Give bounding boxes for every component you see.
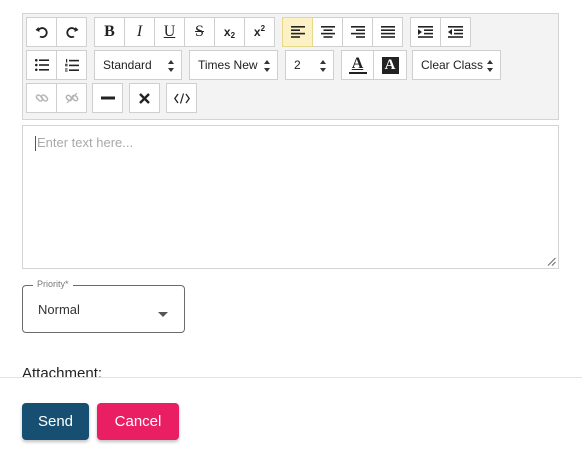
- unlink-icon: [65, 92, 78, 104]
- font-color-button[interactable]: A: [341, 50, 374, 80]
- dialog-footer: Send Cancel: [0, 377, 582, 452]
- code-icon: [173, 92, 190, 104]
- select-arrows-icon: [264, 59, 270, 73]
- bold-button[interactable]: B: [94, 17, 125, 47]
- cancel-button[interactable]: Cancel: [97, 403, 179, 440]
- align-right-button[interactable]: [342, 17, 373, 47]
- text-editor-area[interactable]: Enter text here...: [22, 125, 559, 269]
- horizontal-rule-button[interactable]: [92, 83, 123, 113]
- outdent-button[interactable]: [440, 17, 471, 47]
- align-right-icon: [350, 26, 365, 38]
- bullet-list-icon: [34, 59, 49, 71]
- close-icon: [139, 92, 150, 104]
- link-icon: [35, 94, 48, 102]
- align-center-icon: [320, 26, 335, 38]
- superscript-small: 2: [260, 23, 266, 33]
- subscript-button[interactable]: x2: [214, 17, 245, 47]
- undo-icon: [35, 27, 48, 38]
- outdent-icon: [448, 26, 463, 38]
- align-justify-icon: [380, 26, 395, 38]
- numbered-list-icon: [64, 58, 79, 71]
- indent-button[interactable]: [410, 17, 441, 47]
- align-left-icon: [290, 26, 305, 38]
- undo-button[interactable]: [26, 17, 57, 47]
- class-select[interactable]: Clear Class: [412, 50, 501, 80]
- underline-button[interactable]: U: [154, 17, 185, 47]
- indent-icon: [418, 26, 433, 38]
- text-cursor: [35, 136, 36, 151]
- select-arrows-icon: [320, 59, 326, 73]
- toolbar-row-style: Standard Times New Roman 2 A A Clear Cla…: [26, 50, 508, 80]
- align-left-button[interactable]: [282, 17, 313, 47]
- send-button[interactable]: Send: [22, 403, 89, 440]
- font-size-select[interactable]: 2: [285, 50, 334, 80]
- subscript-small: 2: [230, 30, 236, 40]
- align-justify-button[interactable]: [372, 17, 403, 47]
- select-arrows-icon: [168, 59, 174, 73]
- strikethrough-button[interactable]: S: [184, 17, 215, 47]
- highlight-color-icon: A: [381, 56, 399, 74]
- priority-label: Priority*: [33, 279, 73, 289]
- source-code-button[interactable]: [166, 83, 197, 113]
- redo-icon: [65, 27, 78, 38]
- align-center-button[interactable]: [312, 17, 343, 47]
- format-select-value: Standard: [103, 58, 152, 72]
- resize-handle-icon[interactable]: [547, 257, 556, 266]
- font-color-icon: A: [348, 55, 367, 74]
- remove-format-button[interactable]: [129, 83, 160, 113]
- numbered-list-button[interactable]: [56, 50, 87, 80]
- superscript-label: x: [253, 25, 261, 39]
- font-family-select[interactable]: Times New Roman: [189, 50, 278, 80]
- priority-value: Normal: [38, 302, 80, 317]
- italic-button[interactable]: I: [124, 17, 155, 47]
- bullet-list-button[interactable]: [26, 50, 57, 80]
- font-size-value: 2: [294, 58, 301, 72]
- class-select-value: Clear Class: [421, 58, 484, 72]
- highlight-color-button[interactable]: A: [373, 50, 407, 80]
- font-color-label: A: [351, 55, 364, 72]
- chevron-down-icon: [158, 312, 168, 317]
- toolbar-row-insert: [26, 83, 197, 113]
- select-arrows-icon: [487, 59, 493, 73]
- subscript-label: x: [223, 25, 231, 39]
- superscript-button[interactable]: x2: [244, 17, 275, 47]
- editor-toolbar: B I U S x2 x2 Standard Times New 2 A A C…: [22, 13, 559, 120]
- toolbar-row-formatting: B I U S x2 x2: [26, 17, 478, 47]
- editor-placeholder: Enter text here...: [37, 135, 134, 150]
- font-family-value: Times New Roman: [198, 58, 260, 72]
- unlink-button[interactable]: [56, 83, 87, 113]
- redo-button[interactable]: [56, 17, 87, 47]
- format-select[interactable]: Standard: [94, 50, 182, 80]
- horizontal-rule-icon: [100, 96, 115, 100]
- priority-select[interactable]: Priority* Normal: [22, 279, 185, 333]
- link-button[interactable]: [26, 83, 57, 113]
